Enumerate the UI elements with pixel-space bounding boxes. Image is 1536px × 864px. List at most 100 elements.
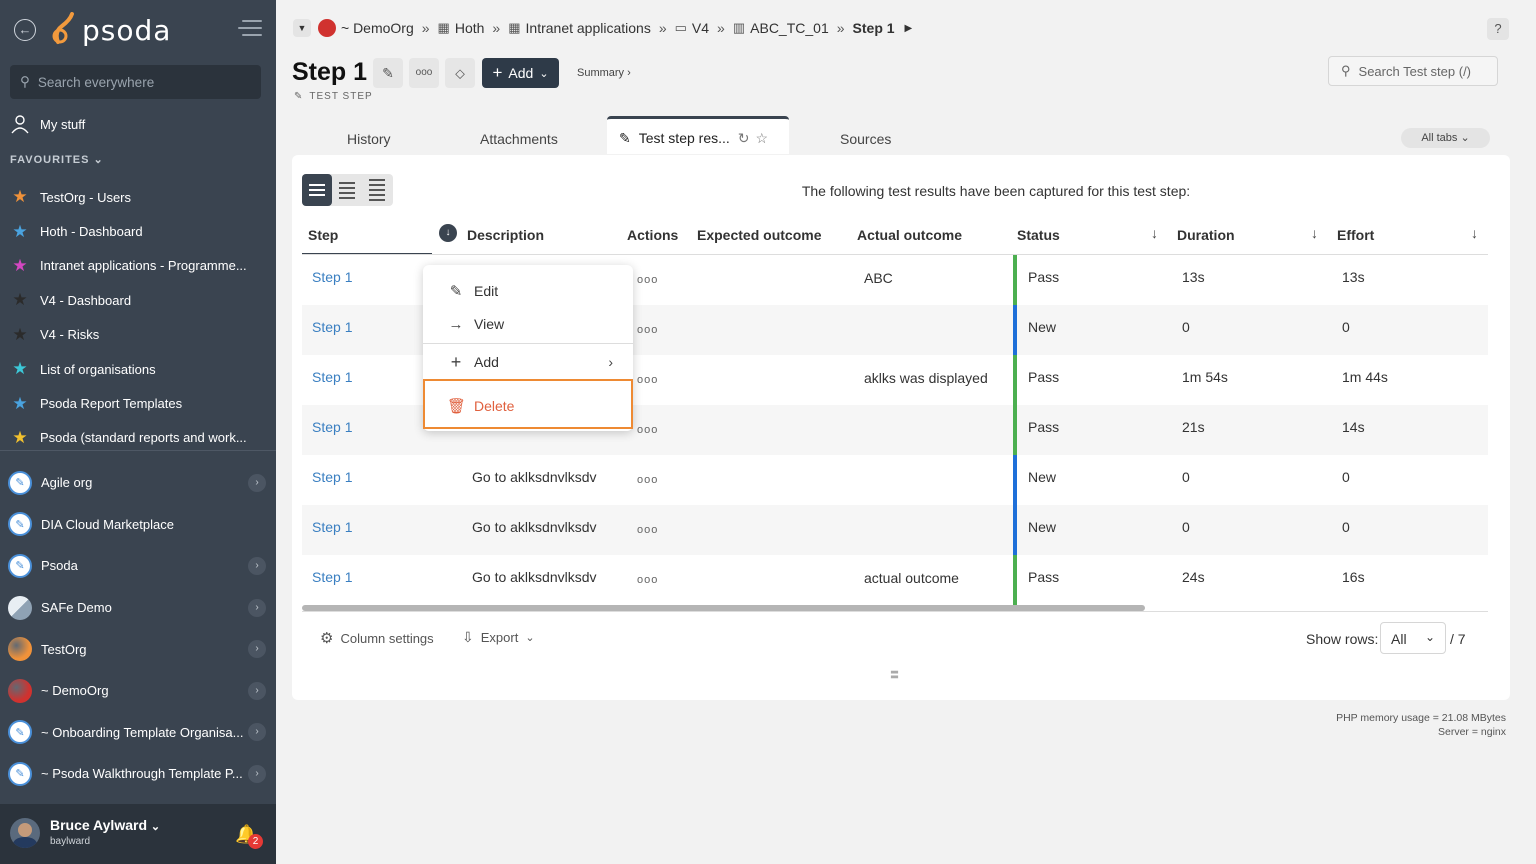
breadcrumb-item-demoorg[interactable]: ~ DemoOrg xyxy=(341,20,414,36)
tab-test-step-results[interactable]: ✎ Test step res... ↻ ☆ xyxy=(607,116,789,154)
row-actions-menu[interactable]: ooo xyxy=(637,274,658,286)
summary-link[interactable]: Summary › xyxy=(577,67,631,79)
edit-pencil-icon[interactable]: ✎ xyxy=(373,58,403,88)
chevron-right-icon: › xyxy=(608,354,613,370)
step-link[interactable]: Step 1 xyxy=(312,319,352,335)
caret-right-icon[interactable]: ▶ xyxy=(905,23,913,34)
tab-history[interactable]: History xyxy=(347,118,391,156)
add-button[interactable]: + Add ⌄ xyxy=(482,58,559,88)
step-link[interactable]: Step 1 xyxy=(312,469,352,485)
column-header-expected-outcome[interactable]: Expected outcome xyxy=(697,215,821,255)
chevron-right-icon[interactable]: › xyxy=(248,681,266,700)
column-header-description[interactable]: Description xyxy=(467,215,544,255)
collapse-menu-icon[interactable] xyxy=(238,20,262,40)
org-item[interactable]: ✎ ~ Psoda Walkthrough Template P... › xyxy=(8,753,270,795)
my-stuff-link[interactable]: My stuff xyxy=(10,114,85,134)
org-item[interactable]: SAFe Demo › xyxy=(8,587,270,629)
avatar[interactable] xyxy=(10,818,40,848)
tab-attachments[interactable]: Attachments xyxy=(480,118,558,156)
user-panel[interactable]: Bruce Aylward ⌄ baylward 🔔 2 xyxy=(0,804,276,864)
org-item[interactable]: ✎ DIA Cloud Marketplace xyxy=(8,504,270,546)
step-link[interactable]: Step 1 xyxy=(312,369,352,385)
context-view[interactable]: → View xyxy=(423,308,633,340)
breadcrumb-item-abc-tc-01[interactable]: ABC_TC_01 xyxy=(750,20,829,36)
sort-arrow-icon[interactable]: ↓ xyxy=(1151,225,1158,241)
breadcrumb-dropdown-icon[interactable]: ▼ xyxy=(293,19,311,37)
tab-sources[interactable]: Sources xyxy=(840,118,891,156)
server-info: PHP memory usage = 21.08 MBytes Server =… xyxy=(1336,711,1506,739)
sort-arrow-icon[interactable]: ↓ xyxy=(1311,225,1318,241)
step-link[interactable]: Step 1 xyxy=(312,419,352,435)
chevron-down-icon: ⌄ xyxy=(539,67,549,80)
favourites-heading[interactable]: FAVOURITES ⌄ xyxy=(10,153,104,166)
column-header-effort[interactable]: Effort xyxy=(1337,215,1374,255)
global-search-input[interactable]: ⚲ Search everywhere xyxy=(10,65,261,99)
favourite-item[interactable]: ★ Intranet applications - Programme... xyxy=(10,249,266,283)
column-header-duration[interactable]: Duration xyxy=(1177,215,1235,255)
favourite-item[interactable]: ★ TestOrg - Users xyxy=(10,180,266,214)
favourite-item[interactable]: ★ Psoda Report Templates xyxy=(10,386,266,420)
search-test-step-input[interactable]: ⚲ Search Test step (/) xyxy=(1328,56,1498,86)
row-actions-menu[interactable]: ooo xyxy=(637,374,658,386)
actual-outcome-cell: ABC xyxy=(864,270,893,286)
favourite-label: List of organisations xyxy=(40,361,156,377)
table-row[interactable]: Step 1 Go to aklksdnvlksdv ooo New 0 0 xyxy=(302,505,1488,555)
all-tabs-dropdown[interactable]: All tabs ⌄ xyxy=(1401,128,1490,148)
column-header-actual-outcome[interactable]: Actual outcome xyxy=(857,215,962,255)
org-item[interactable]: ✎ Psoda › xyxy=(8,545,270,587)
step-link[interactable]: Step 1 xyxy=(312,569,352,585)
actual-outcome-cell: actual outcome xyxy=(864,570,959,586)
org-item[interactable]: ✎ Agile org › xyxy=(8,462,270,504)
psoda-logo[interactable]: psoda xyxy=(50,12,171,48)
row-actions-menu[interactable]: ooo xyxy=(637,424,658,436)
sort-desc-icon[interactable]: ↓ xyxy=(439,224,457,242)
breadcrumb-item-v4[interactable]: V4 xyxy=(692,20,709,36)
favourite-label: Hoth - Dashboard xyxy=(40,224,143,240)
status-color-bar xyxy=(1013,355,1017,405)
more-options-icon[interactable]: ooo xyxy=(409,58,439,88)
favourite-item[interactable]: ★ List of organisations xyxy=(10,352,266,386)
show-rows-select[interactable]: All ⌄ xyxy=(1380,622,1446,654)
table-row[interactable]: Step 1 Go to aklksdnvlksdv ooo actual ou… xyxy=(302,555,1488,605)
org-item[interactable]: ✎ ~ Onboarding Template Organisa... › xyxy=(8,712,270,754)
chevron-right-icon[interactable]: › xyxy=(248,723,266,742)
breadcrumb-item-intranet[interactable]: Intranet applications xyxy=(526,20,651,36)
resize-grip-icon[interactable]: 〓 xyxy=(890,668,899,681)
step-link[interactable]: Step 1 xyxy=(312,519,352,535)
favourite-label: Intranet applications - Programme... xyxy=(40,258,247,274)
context-add[interactable]: + Add › xyxy=(423,346,633,378)
breadcrumb-item-hoth[interactable]: Hoth xyxy=(455,20,485,36)
column-header-status[interactable]: Status xyxy=(1017,215,1060,255)
column-settings-button[interactable]: ⚙ Column settings xyxy=(320,629,434,647)
context-edit[interactable]: ✎ Edit xyxy=(423,275,633,307)
favourite-item[interactable]: ★ Hoth - Dashboard xyxy=(10,214,266,248)
org-item[interactable]: ~ DemoOrg › xyxy=(8,670,270,712)
chevron-right-icon[interactable]: › xyxy=(248,556,266,575)
org-item[interactable]: TestOrg › xyxy=(8,628,270,670)
page-title: Step 1 xyxy=(292,58,368,86)
refresh-icon[interactable]: ↻ xyxy=(738,130,750,146)
chevron-right-icon[interactable]: › xyxy=(248,473,266,492)
row-actions-menu[interactable]: ooo xyxy=(637,474,658,486)
context-delete-label: Delete xyxy=(474,398,515,414)
test-step-icon: ✎ xyxy=(294,91,304,102)
user-name[interactable]: Bruce Aylward ⌄ xyxy=(50,817,160,833)
row-actions-menu[interactable]: ooo xyxy=(637,574,658,586)
favourite-item[interactable]: ★ V4 - Dashboard xyxy=(10,283,266,317)
row-actions-menu[interactable]: ooo xyxy=(637,324,658,336)
column-header-step[interactable]: Step xyxy=(308,215,338,255)
context-delete[interactable]: 🗑 Delete xyxy=(423,390,633,422)
back-icon[interactable]: ← xyxy=(14,19,36,41)
chevron-right-icon[interactable]: › xyxy=(248,640,266,659)
favourite-item[interactable]: ★ V4 - Risks xyxy=(10,318,266,352)
row-actions-menu[interactable]: ooo xyxy=(637,524,658,536)
table-row[interactable]: Step 1 Go to aklksdnvlksdv ooo New 0 0 xyxy=(302,455,1488,505)
chevron-right-icon[interactable]: › xyxy=(248,598,266,617)
help-button[interactable]: ? xyxy=(1487,18,1509,40)
star-outline-icon[interactable]: ☆ xyxy=(756,130,769,146)
step-link[interactable]: Step 1 xyxy=(312,269,352,285)
export-button[interactable]: ⇩ Export ⌄ xyxy=(462,629,535,646)
tag-icon[interactable]: ⬦ xyxy=(445,58,475,88)
sort-arrow-icon[interactable]: ↓ xyxy=(1471,225,1478,241)
chevron-right-icon[interactable]: › xyxy=(248,764,266,783)
